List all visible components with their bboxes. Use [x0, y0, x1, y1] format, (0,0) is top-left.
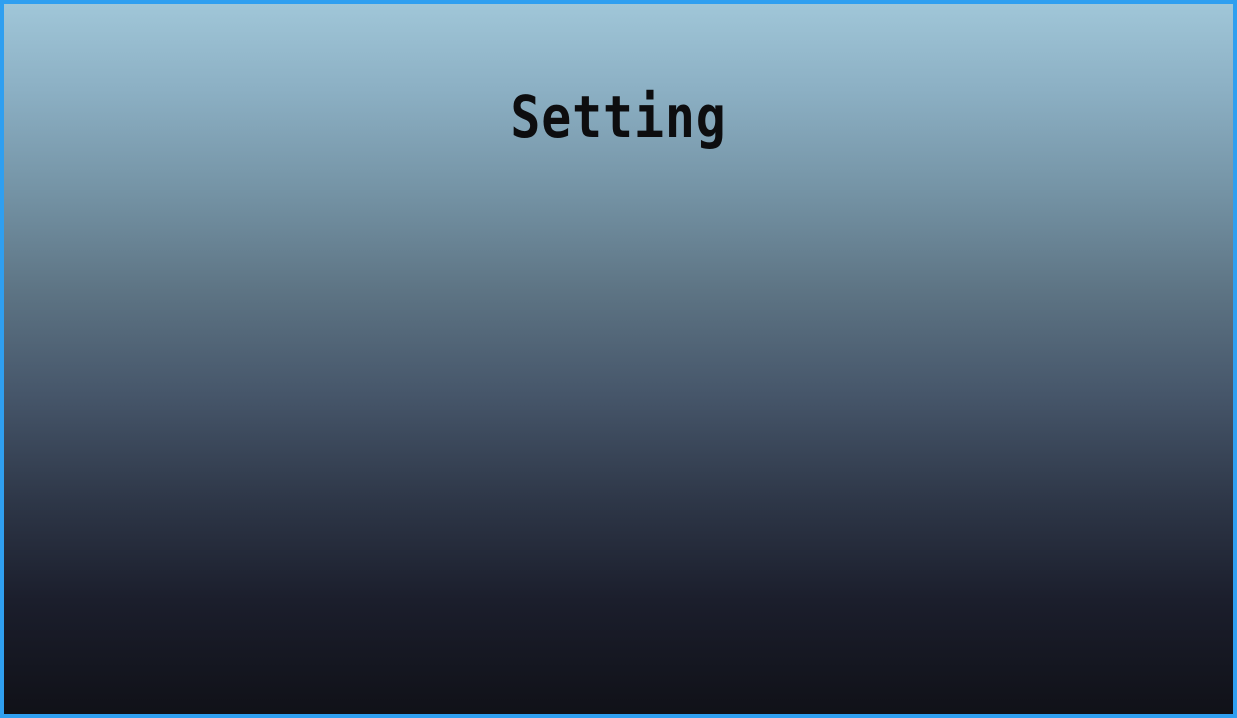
page-title: Setting — [510, 83, 727, 151]
settings-screen: Setting — [0, 0, 1237, 718]
